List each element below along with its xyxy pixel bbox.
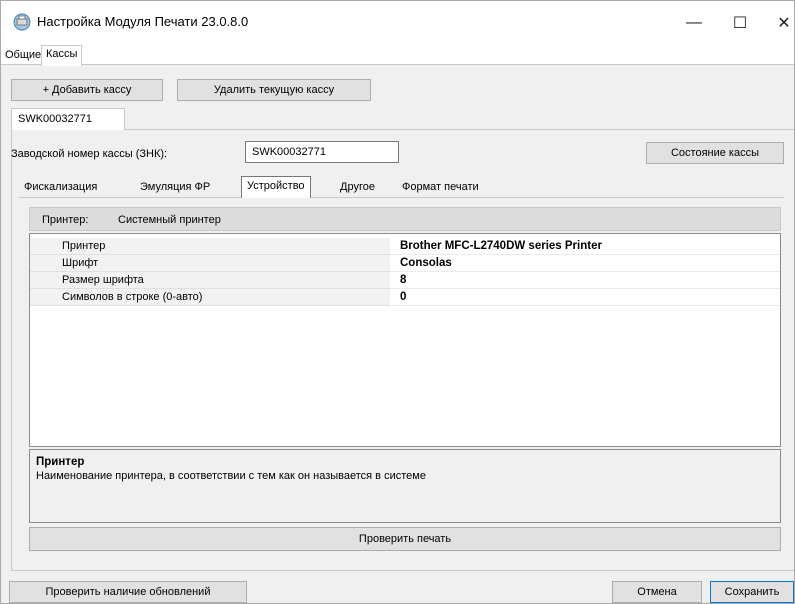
property-name: Принтер [30,238,390,255]
title-bar: Настройка Модуля Печати 23.0.8.0 — ☐ ✕ [1,1,794,45]
factory-number-label: Заводской номер кассы (ЗНК): [11,148,168,160]
window-title: Настройка Модуля Печати 23.0.8.0 [37,14,249,29]
main-tabs: Общие Кассы [1,45,794,66]
property-description: Принтер Наименование принтера, в соответ… [29,449,781,523]
printer-type-label: Принтер: [42,214,89,226]
property-name: Размер шрифта [30,272,390,289]
property-row[interactable]: Принтер Brother MFC-L2740DW series Print… [30,238,780,255]
description-title: Принтер [36,456,85,468]
property-value[interactable]: 0 [390,289,780,306]
property-value[interactable]: Brother MFC-L2740DW series Printer [390,238,780,255]
printer-type-selector[interactable]: Принтер: Системный принтер [29,207,781,231]
tab-device[interactable]: Устройство [241,176,311,198]
save-button[interactable]: Сохранить [710,581,794,603]
printer-globe-icon [13,13,31,31]
check-updates-button[interactable]: Проверить наличие обновлений [9,581,247,603]
property-name: Шрифт [30,255,390,272]
add-register-button[interactable]: + Добавить кассу [11,79,163,101]
register-state-button[interactable]: Состояние кассы [646,142,784,164]
tab-print-format[interactable]: Формат печати [397,178,484,198]
minimize-button[interactable]: — [671,1,717,45]
property-name: Символов в строке (0-авто) [30,289,390,306]
delete-register-button[interactable]: Удалить текущую кассу [177,79,371,101]
tab-emulation[interactable]: Эмуляция ФР [135,178,215,198]
property-row[interactable]: Символов в строке (0-авто) 0 [30,289,780,306]
maximize-button[interactable]: ☐ [717,1,763,45]
description-text: Наименование принтера, в соответствии с … [36,470,426,482]
tab-other[interactable]: Другое [335,178,380,198]
tab-register-swk00032771[interactable]: SWK00032771 [11,108,125,130]
tab-general[interactable]: Общие [1,47,45,66]
test-print-button[interactable]: Проверить печать [29,527,781,551]
property-row[interactable]: Шрифт Consolas [30,255,780,272]
factory-number-field[interactable]: SWK00032771 [245,141,399,163]
property-grid: Принтер Brother MFC-L2740DW series Print… [29,233,781,447]
property-value[interactable]: 8 [390,272,780,289]
tab-fiscalization[interactable]: Фискализация [19,178,102,198]
property-row[interactable]: Размер шрифта 8 [30,272,780,289]
register-settings-tabs: Фискализация Эмуляция ФР Устройство Друг… [19,176,784,198]
tab-registers[interactable]: Кассы [41,45,83,66]
settings-window: Настройка Модуля Печати 23.0.8.0 — ☐ ✕ О… [0,0,795,604]
cancel-button[interactable]: Отмена [612,581,702,603]
close-button[interactable]: ✕ [761,1,795,45]
printer-type-value: Системный принтер [118,214,221,226]
property-value[interactable]: Consolas [390,255,780,272]
